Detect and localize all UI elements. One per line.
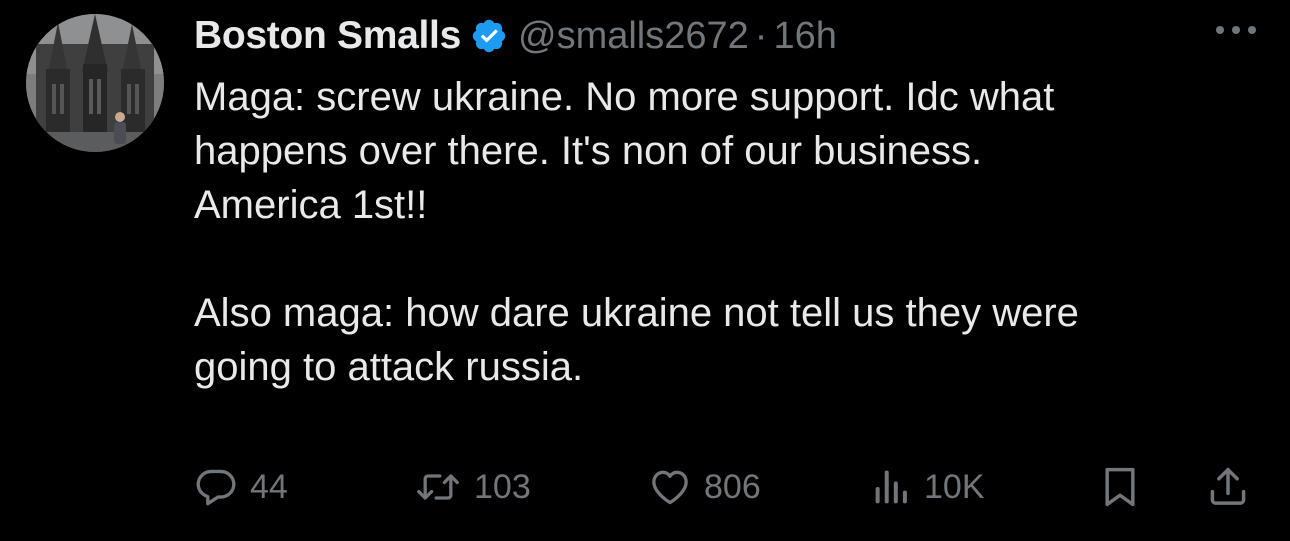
views-icon [872,465,912,509]
bookmark-button[interactable] [1098,462,1142,512]
views-count: 10K [924,467,985,506]
reply-button[interactable]: 44 [194,462,288,512]
reply-count: 44 [250,467,288,506]
author-handle[interactable]: @smalls2672 [518,15,749,58]
share-button[interactable] [1206,462,1250,512]
like-count: 806 [704,467,761,506]
tweet-timestamp[interactable]: 16h [773,15,836,58]
tweet-paragraph-2: Also maga: how dare ukraine not tell us … [194,291,1079,389]
verified-badge-icon [470,17,508,55]
tweet[interactable]: Boston Smalls @smalls2672 · 16h Maga: sc… [0,0,1290,541]
separator-dot: · [754,14,768,57]
share-icon [1206,464,1250,510]
tweet-paragraph-1: Maga: screw ukraine. No more support. Id… [194,75,1055,227]
more-horizontal-icon[interactable] [1210,18,1262,42]
tweet-header: Boston Smalls @smalls2672 · 16h [194,8,837,64]
like-button[interactable]: 806 [648,462,761,512]
views-button[interactable]: 10K [872,462,985,512]
tweet-actions-bar: 44 103 806 10K [194,462,1264,512]
retweet-icon [414,465,462,509]
retweet-count: 103 [474,467,531,506]
tweet-text: Maga: screw ukraine. No more support. Id… [194,70,1274,394]
reply-icon [194,465,238,509]
author-display-name[interactable]: Boston Smalls [194,14,461,58]
avatar-cathedral-photo [26,14,164,152]
retweet-button[interactable]: 103 [414,462,531,512]
heart-icon [648,465,692,509]
bookmark-icon [1098,464,1142,510]
author-avatar[interactable] [26,14,164,152]
